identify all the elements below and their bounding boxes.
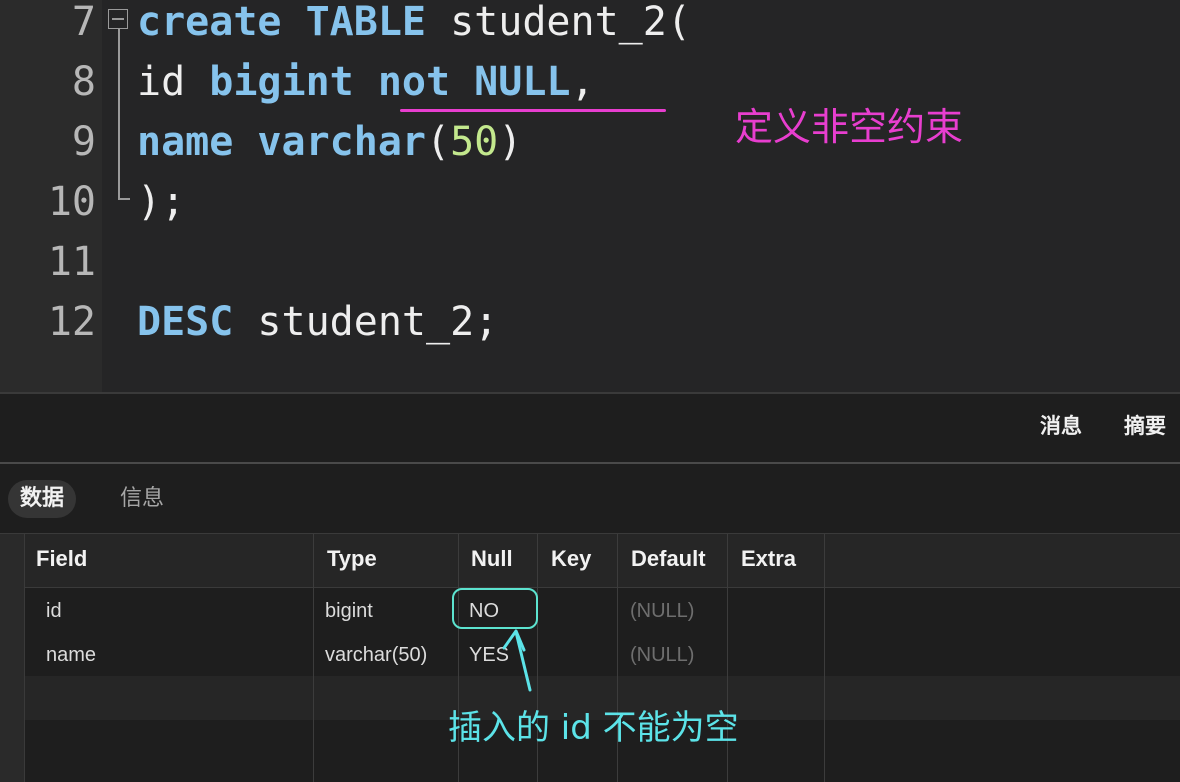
line-number: 10 bbox=[47, 179, 96, 225]
column-header-field[interactable]: Field bbox=[36, 546, 87, 572]
keyword-not-null: not NULL bbox=[377, 59, 571, 105]
column-divider[interactable] bbox=[313, 534, 314, 782]
code-line-9[interactable]: name varchar(50) bbox=[137, 117, 522, 167]
tab-info[interactable]: 信息 bbox=[108, 480, 176, 518]
paren-close: ) bbox=[498, 119, 523, 165]
keyword-desc: DESC bbox=[137, 299, 234, 345]
line-number: 9 bbox=[71, 119, 96, 165]
column-header-type[interactable]: Type bbox=[327, 546, 377, 572]
result-toolbar: 消息 摘要 bbox=[0, 394, 1180, 462]
cell-default[interactable]: (NULL) bbox=[630, 600, 694, 623]
comma-text: , bbox=[570, 59, 595, 105]
messages-button[interactable]: 消息 bbox=[1040, 410, 1082, 440]
summary-button[interactable]: 摘要 bbox=[1124, 410, 1166, 440]
result-tabs: 数据 信息 bbox=[0, 464, 1180, 534]
keyword-table: TABLE bbox=[305, 0, 427, 45]
closing-text: ); bbox=[137, 179, 186, 225]
fold-guide-line bbox=[118, 29, 120, 199]
column-header-extra[interactable]: Extra bbox=[741, 546, 796, 572]
cell-field[interactable]: id bbox=[46, 600, 62, 623]
cell-type[interactable]: varchar(50) bbox=[325, 644, 427, 667]
row-selector-column[interactable] bbox=[0, 534, 25, 782]
column-header-null[interactable]: Null bbox=[471, 546, 513, 572]
column-header-key[interactable]: Key bbox=[551, 546, 591, 572]
cell-field[interactable]: name bbox=[46, 644, 96, 667]
cell-default[interactable]: (NULL) bbox=[630, 644, 694, 667]
number-literal: 50 bbox=[450, 119, 499, 165]
desc-target-text: student_2; bbox=[233, 299, 499, 345]
not-null-underline-annotation bbox=[400, 109, 666, 112]
id-not-null-annotation-text: 插入的 id 不能为空 bbox=[448, 708, 739, 748]
table-name-text: student_2( bbox=[426, 0, 691, 45]
null-no-highlight-box bbox=[452, 588, 538, 629]
cell-type[interactable]: bigint bbox=[325, 600, 373, 623]
line-number-gutter: 7 8 9 10 11 12 bbox=[0, 0, 102, 393]
code-line-8[interactable]: id bigint not NULL, bbox=[137, 57, 595, 107]
fold-collapse-icon[interactable] bbox=[108, 9, 128, 29]
fold-guide-end bbox=[118, 198, 130, 200]
not-null-annotation-text: 定义非空约束 bbox=[735, 105, 964, 149]
code-line-12[interactable]: DESC student_2; bbox=[137, 297, 498, 347]
paren-open: ( bbox=[426, 119, 451, 165]
annotation-arrow-icon bbox=[502, 629, 532, 692]
keyword-name: name bbox=[137, 119, 234, 165]
line-number: 7 bbox=[71, 0, 96, 45]
keyword-varchar: varchar bbox=[257, 119, 426, 165]
code-line-10[interactable]: ); bbox=[137, 177, 185, 227]
tab-data[interactable]: 数据 bbox=[8, 480, 77, 518]
line-number: 8 bbox=[71, 59, 96, 105]
sql-editor[interactable]: 7 8 9 10 11 12 create TABLE student_2( i… bbox=[0, 0, 1180, 393]
code-line-7[interactable]: create TABLE student_2( bbox=[137, 0, 691, 47]
column-divider[interactable] bbox=[824, 534, 825, 782]
column-id-text: id bbox=[137, 59, 210, 105]
line-number: 11 bbox=[47, 239, 96, 285]
keyword-create: create bbox=[137, 0, 282, 45]
line-number: 12 bbox=[47, 299, 96, 345]
keyword-bigint: bigint bbox=[209, 59, 354, 105]
column-header-default[interactable]: Default bbox=[631, 546, 706, 572]
